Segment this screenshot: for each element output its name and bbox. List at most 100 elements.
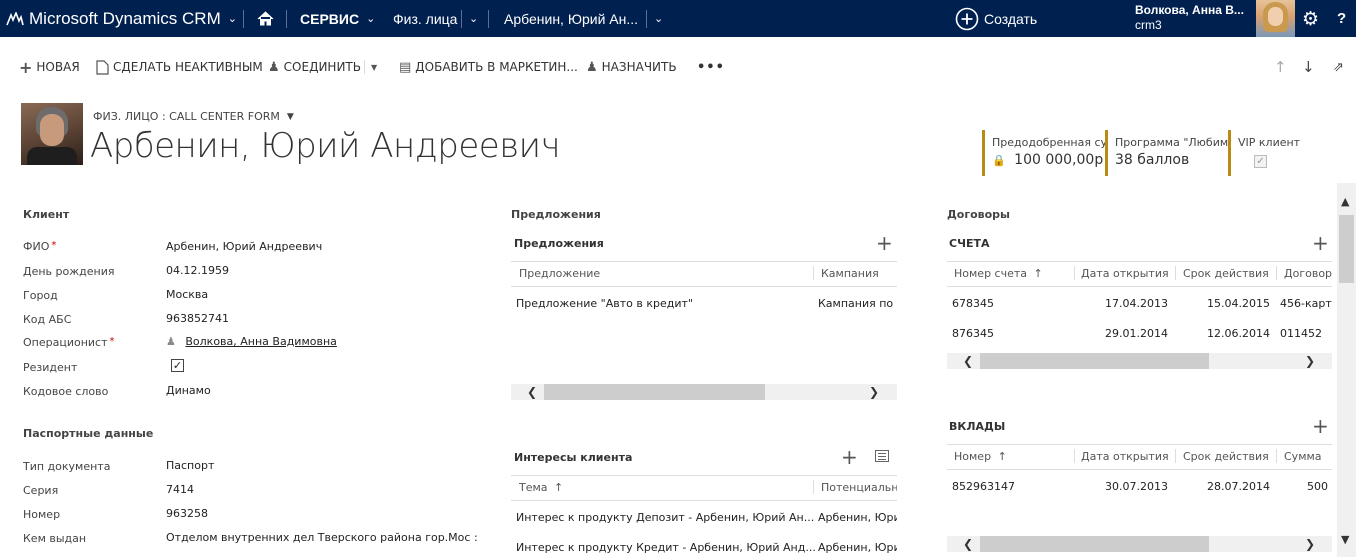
fio-label: ФИО *	[23, 240, 56, 253]
scrollbar-thumb[interactable]	[980, 536, 1209, 552]
assign-button[interactable]: ♟ НАЗНАЧИТЬ	[586, 59, 677, 75]
popout-icon: ⇗	[1333, 59, 1344, 75]
previous-record-button[interactable]: ↑	[1274, 58, 1287, 76]
next-record-button[interactable]: ↓	[1302, 58, 1315, 76]
user-avatar[interactable]	[1256, 0, 1295, 37]
column-header-label: Номер	[954, 450, 992, 463]
potential-cell[interactable]: Арбенин, Юри	[818, 541, 897, 554]
help-button[interactable]: ?	[1337, 0, 1346, 37]
merge-button[interactable]: ♟ СОЕДИНИТЬ	[268, 59, 361, 75]
app-title-menu[interactable]: Microsoft Dynamics CRM ⌄	[6, 0, 237, 37]
column-header-amount[interactable]: Сумма	[1284, 450, 1322, 463]
fio-value[interactable]: Арбенин, Юрий Андреевич	[166, 240, 322, 253]
header-preapproved-field[interactable]: Предодобренная сумма 🔒 100 000,00р	[982, 130, 1106, 176]
amount-cell[interactable]: 500 0	[1307, 480, 1332, 493]
account-number-cell[interactable]: 876345	[952, 327, 994, 340]
abs-value[interactable]: 963852741	[166, 312, 229, 325]
offer-cell[interactable]: Предложение "Авто в кредит"	[516, 297, 693, 310]
entity-link[interactable]: Физ. лица	[393, 0, 457, 37]
scrollbar-thumb[interactable]	[544, 384, 765, 400]
record-menu-button[interactable]: ⌄	[654, 0, 663, 37]
header-vip-field[interactable]: VIP клиент ✓	[1228, 130, 1328, 176]
column-header-account-number[interactable]: Номер счета ↑	[954, 267, 1043, 280]
column-header-expiry[interactable]: Срок действия	[1183, 267, 1269, 280]
add-account-button[interactable]: +	[1312, 233, 1329, 253]
chevron-left-icon[interactable]: ❮	[963, 536, 973, 552]
column-header-contract[interactable]: Договор	[1284, 267, 1332, 280]
column-header-potential[interactable]: Потенциальны	[821, 481, 897, 494]
caret-down-icon: ▼	[286, 111, 294, 122]
chevron-left-icon[interactable]: ❮	[963, 353, 973, 369]
number-value[interactable]: 963258	[166, 507, 208, 520]
deposit-number-cell[interactable]: 852963147	[952, 480, 1015, 493]
open-date-cell[interactable]: 30.07.2013	[1105, 480, 1168, 493]
operator-link[interactable]: Волкова, Анна Вадимовна	[185, 335, 337, 348]
series-value[interactable]: 7414	[166, 483, 194, 496]
add-offer-button[interactable]: +	[876, 233, 893, 253]
column-header-open-date[interactable]: Дата открытия	[1081, 450, 1169, 463]
grid-divider	[947, 261, 1332, 262]
chevron-up-icon[interactable]: ▲	[1341, 195, 1349, 208]
new-button[interactable]: + НОВАЯ	[19, 58, 80, 77]
chevron-right-icon[interactable]: ❯	[1305, 353, 1315, 369]
record-link[interactable]: Арбенин, Юрий Ан...	[504, 0, 638, 37]
form-selector[interactable]: ФИЗ. ЛИЦО : CALL CENTER FORM ▼	[93, 110, 294, 123]
open-date-cell[interactable]: 29.01.2014	[1105, 327, 1168, 340]
add-to-marketing-button[interactable]: ▤ ДОБАВИТЬ В МАРКЕТИН...	[399, 59, 578, 75]
column-header-expiry[interactable]: Срок действия	[1183, 450, 1269, 463]
account-number-cell[interactable]: 678345	[952, 297, 994, 310]
column-header-topic[interactable]: Тема ↑	[519, 481, 563, 494]
codeword-value[interactable]: Динамо	[166, 384, 211, 397]
area-menu[interactable]: СЕРВИС ⌄	[300, 0, 375, 37]
home-button[interactable]	[257, 0, 274, 37]
birthday-label: День рождения	[23, 265, 115, 278]
doctype-value[interactable]: Паспорт	[166, 459, 214, 472]
vip-checkbox[interactable]: ✓	[1254, 155, 1267, 168]
chevron-right-icon[interactable]: ❯	[1305, 536, 1315, 552]
potential-cell[interactable]: Арбенин, Юри	[818, 511, 897, 524]
column-header-open-date[interactable]: Дата открытия	[1081, 267, 1169, 280]
offers-horizontal-scrollbar[interactable]: ❮ ❯	[511, 384, 897, 400]
accounts-horizontal-scrollbar[interactable]: ❮ ❯	[947, 353, 1332, 369]
plus-icon: +	[1312, 231, 1329, 255]
dynamics-logo-icon	[6, 11, 24, 25]
contact-photo[interactable]	[21, 103, 83, 165]
open-date-cell[interactable]: 17.04.2013	[1105, 297, 1168, 310]
operator-value[interactable]: ♟ Волкова, Анна Вадимовна	[166, 335, 337, 348]
birthday-value[interactable]: 04.12.1959	[166, 264, 229, 277]
page-vertical-scrollbar[interactable]: ▲ ▼	[1337, 183, 1356, 557]
expiry-cell[interactable]: 12.06.2014	[1207, 327, 1270, 340]
more-commands-button[interactable]: •••	[697, 59, 725, 75]
expiry-cell[interactable]: 15.04.2015	[1207, 297, 1270, 310]
required-indicator: *	[51, 240, 57, 251]
topic-cell[interactable]: Интерес к продукту Кредит - Арбенин, Юри…	[516, 541, 816, 554]
topic-cell[interactable]: Интерес к продукту Депозит - Арбенин, Юр…	[516, 511, 814, 524]
add-interest-button[interactable]: +	[841, 447, 858, 467]
more-merge-dropdown[interactable]: ▼	[371, 59, 377, 75]
contract-cell[interactable]: 456-карт	[1280, 297, 1332, 310]
chevron-right-icon[interactable]: ❯	[869, 384, 879, 400]
deactivate-button[interactable]: СДЕЛАТЬ НЕАКТИВНЫМ	[96, 59, 263, 75]
entity-menu-button[interactable]: ⌄	[469, 0, 478, 37]
column-header-deposit-number[interactable]: Номер ↑	[954, 450, 1007, 463]
user-info[interactable]: Волкова, Анна В... crm3	[1135, 3, 1244, 32]
resident-checkbox[interactable]: ✓	[171, 359, 184, 372]
expiry-cell[interactable]: 28.07.2014	[1207, 480, 1270, 493]
city-value[interactable]: Москва	[166, 288, 208, 301]
contract-cell[interactable]: 011452	[1280, 327, 1332, 340]
campaign-cell[interactable]: Кампания по а	[818, 297, 897, 310]
create-button[interactable]: Создать	[955, 0, 1037, 37]
scrollbar-thumb[interactable]	[1339, 215, 1354, 283]
scrollbar-thumb[interactable]	[980, 353, 1209, 369]
popout-button[interactable]: ⇗	[1333, 59, 1344, 75]
add-deposit-button[interactable]: +	[1312, 416, 1329, 436]
chevron-down-icon[interactable]: ▼	[1341, 533, 1349, 546]
view-list-button[interactable]	[875, 450, 889, 462]
deposits-horizontal-scrollbar[interactable]: ❮ ❯	[947, 536, 1332, 552]
settings-button[interactable]: ⚙	[1302, 0, 1319, 37]
header-loyalty-field[interactable]: Программа "Любимый клиент" 38 баллов	[1105, 130, 1229, 176]
chevron-left-icon[interactable]: ❮	[527, 384, 537, 400]
issued-value[interactable]: Отделом внутренних дел Тверского района …	[166, 531, 478, 544]
column-header-offer[interactable]: Предложение	[519, 267, 600, 280]
column-header-campaign[interactable]: Кампания	[821, 267, 879, 280]
